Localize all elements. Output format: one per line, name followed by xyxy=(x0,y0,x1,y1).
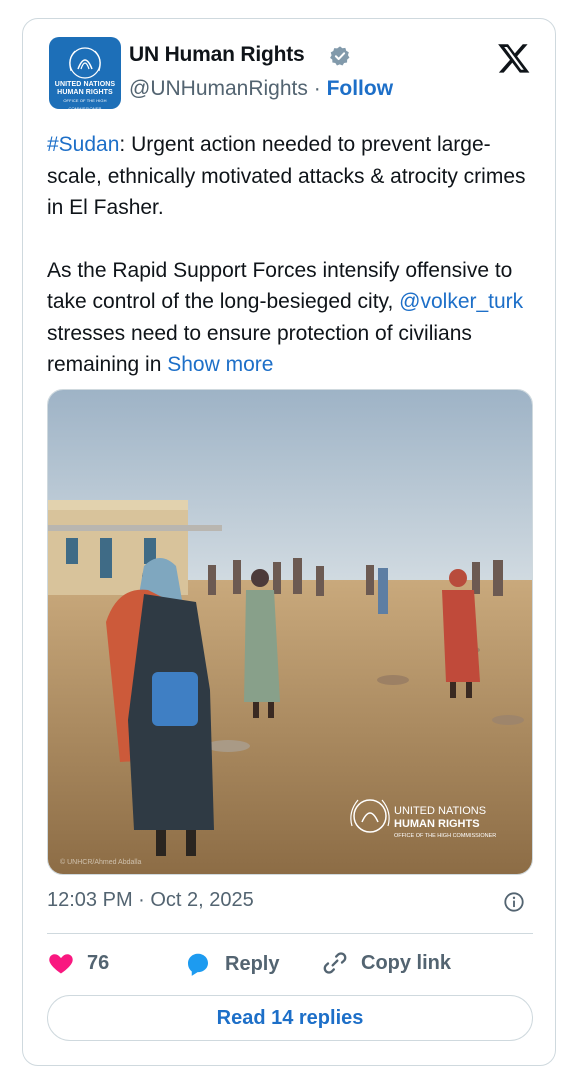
hashtag-link[interactable]: #Sudan xyxy=(47,133,119,156)
photo-scene: UNITED NATIONS HUMAN RIGHTS OFFICE OF TH… xyxy=(48,390,532,874)
info-icon[interactable] xyxy=(503,891,525,913)
action-bar: 76 Reply Copy link xyxy=(47,949,533,981)
timestamp[interactable]: 12:03 PM · Oct 2, 2025 xyxy=(47,889,254,912)
svg-text:OFFICE OF THE HIGH COMMISSIONE: OFFICE OF THE HIGH COMMISSIONER xyxy=(394,833,496,839)
reply-icon xyxy=(188,953,208,976)
x-logo-icon[interactable] xyxy=(497,41,531,75)
link-icon xyxy=(323,952,347,974)
separator: · xyxy=(313,77,321,100)
photo-credit: © UNHCR/Ahmed Abdalla xyxy=(60,858,142,866)
like-button[interactable]: 76 xyxy=(47,949,109,977)
tweet-paragraph-2: As the Rapid Support Forces intensify of… xyxy=(47,258,524,377)
tweet-photo[interactable]: UNITED NATIONS HUMAN RIGHTS OFFICE OF TH… xyxy=(47,389,533,875)
tweet-paragraph-1: #Sudan: Urgent action needed to prevent … xyxy=(47,133,526,219)
heart-icon xyxy=(49,954,73,974)
reply-label: Reply xyxy=(225,952,280,975)
show-more-link[interactable]: Show more xyxy=(167,353,273,376)
reply-button[interactable]: Reply xyxy=(183,949,279,979)
like-count: 76 xyxy=(87,951,110,974)
mention-link[interactable]: @volker_turk xyxy=(399,290,523,313)
account-name[interactable]: UN Human Rights xyxy=(129,43,305,67)
svg-text:HUMAN RIGHTS: HUMAN RIGHTS xyxy=(394,818,480,830)
svg-text:UNITED NATIONS: UNITED NATIONS xyxy=(394,805,486,817)
tweet-text: #Sudan: Urgent action needed to prevent … xyxy=(47,129,537,412)
verified-icon xyxy=(330,46,350,66)
follow-button[interactable]: Follow xyxy=(327,77,394,100)
copy-link-button[interactable]: Copy link xyxy=(321,949,451,977)
divider xyxy=(47,933,533,934)
tweet-card: UNITED NATIONS HUMAN RIGHTS OFFICE OF TH… xyxy=(22,18,556,1066)
avatar[interactable]: UNITED NATIONS HUMAN RIGHTS OFFICE OF TH… xyxy=(49,37,121,109)
account-handle[interactable]: @UNHumanRights xyxy=(129,77,308,100)
handle-row: @UNHumanRights · Follow xyxy=(129,77,393,101)
read-replies-button[interactable]: Read 14 replies xyxy=(47,995,533,1041)
copy-link-label: Copy link xyxy=(361,951,452,974)
avatar-label: UNITED NATIONS HUMAN RIGHTS OFFICE OF TH… xyxy=(54,81,116,109)
un-emblem-icon xyxy=(69,47,101,79)
